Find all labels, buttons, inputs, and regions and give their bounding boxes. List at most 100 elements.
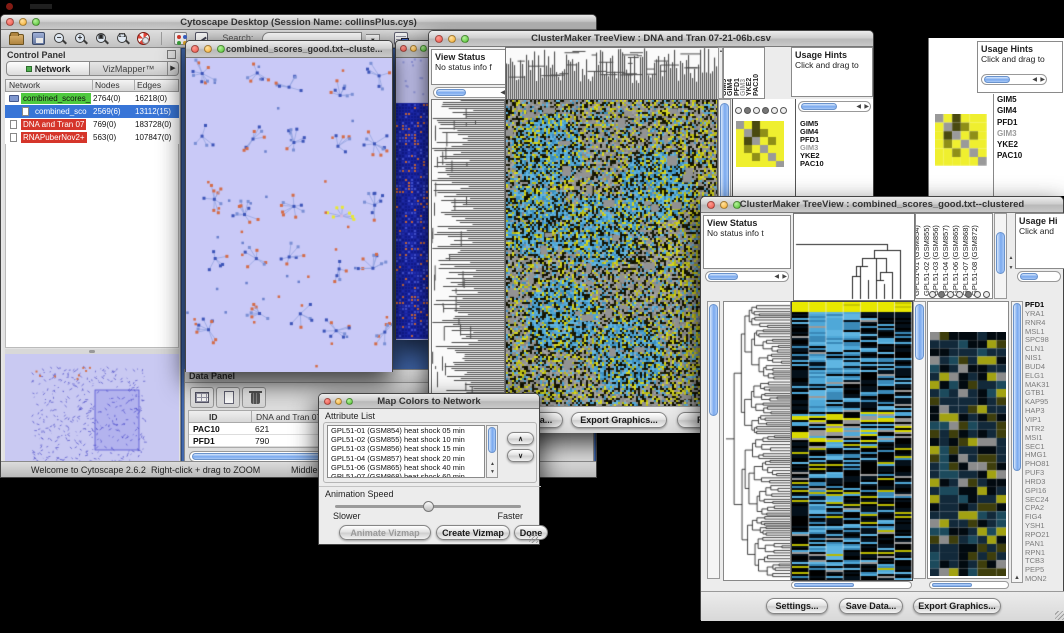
row-dendrogram-canvas[interactable] — [431, 99, 505, 408]
zoom-fit-icon[interactable]: 1:1 — [116, 32, 129, 45]
save-data-button[interactable]: Save Data... — [839, 598, 903, 614]
view-status-scrollbar[interactable]: ◀▶ — [705, 271, 789, 282]
blank-document-icon — [224, 391, 234, 404]
close-button[interactable] — [191, 45, 199, 53]
zoom-heatmap-canvas[interactable] — [930, 332, 1006, 576]
move-down-button[interactable]: ∨ — [507, 449, 534, 462]
main-window-title: Cytoscape Desktop (Session Name: collins… — [1, 17, 596, 28]
network-table-header[interactable]: Network Nodes Edges — [5, 79, 179, 92]
delete-attribute-button[interactable] — [242, 387, 266, 408]
attribute-item[interactable]: GPL51-01 (GSM854) heat shock 05 min — [328, 426, 484, 435]
create-vizmap-button[interactable]: Create Vizmap — [436, 525, 510, 540]
zoom-out-icon[interactable]: − — [53, 32, 66, 45]
gene-label: GIM4 — [997, 105, 1061, 116]
gene-name-list[interactable]: GIM5GIM4PFD1GIM3YKE2PAC10 — [800, 120, 870, 168]
gene-panel-hscrollbar[interactable]: ◀▶ — [798, 101, 871, 112]
close-button[interactable] — [400, 45, 407, 52]
attribute-item[interactable]: GPL51-06 (GSM865) heat shock 40 min — [328, 463, 484, 472]
zoom-matrix-canvas[interactable] — [736, 121, 784, 167]
gene-label: YKE2 — [997, 139, 1061, 150]
treeview2-window: ClusterMaker TreeView : combined_scores_… — [700, 196, 1064, 620]
animate-vizmap-button[interactable]: Animate Vizmap — [339, 525, 431, 540]
export-graphics-button[interactable]: Export Graphics... — [571, 412, 667, 428]
edge-count: 13112(15) — [135, 106, 171, 117]
gene-list-vscrollbar[interactable]: ▲ — [1011, 301, 1023, 583]
row-value: 790 — [255, 435, 269, 447]
control-panel-tabs: Network VizMapper™ ▶ — [6, 61, 178, 77]
heatmap-hscrollbar[interactable] — [791, 581, 912, 589]
main-heatmap-canvas[interactable] — [791, 301, 913, 581]
resize-grip[interactable] — [529, 534, 538, 543]
label-scroll-arrows[interactable]: ▲▼ — [1007, 253, 1015, 275]
network-list-empty-area — [5, 144, 179, 348]
treeview2-title: ClusterMaker TreeView : combined_scores_… — [701, 199, 1063, 210]
main-heatmap-canvas[interactable] — [505, 99, 718, 408]
open-folder-icon[interactable] — [9, 34, 24, 45]
zoom-button[interactable] — [217, 45, 225, 53]
main-titlebar[interactable]: Cytoscape Desktop (Session Name: collins… — [1, 15, 596, 30]
column-dendrogram-canvas[interactable] — [793, 213, 915, 301]
move-up-button[interactable]: ∧ — [507, 432, 534, 445]
minimize-button[interactable] — [204, 45, 212, 53]
panel-tool-icons[interactable] — [733, 99, 795, 119]
treeview1-titlebar[interactable]: ClusterMaker TreeView : DNA and Tran 07-… — [429, 31, 873, 47]
row-dendrogram-canvas[interactable] — [723, 301, 791, 581]
status-welcome: Welcome to Cytoscape 2.6.2 — [31, 465, 146, 475]
attribute-item[interactable]: GPL51-07 (GSM868) heat shock 60 min — [328, 472, 484, 478]
trash-icon — [251, 393, 260, 404]
network2-titlebar[interactable] — [396, 41, 431, 58]
usage-hints-scrollbar[interactable] — [1017, 271, 1061, 282]
network-list-row[interactable]: DNA and Tran 07769(0)183728(0) — [5, 118, 179, 131]
attribute-item[interactable]: GPL51-03 (GSM856) heat shock 15 min — [328, 444, 484, 453]
minimize-button[interactable] — [410, 45, 417, 52]
float-panel-icon[interactable] — [167, 50, 176, 59]
attribute-item[interactable]: GPL51-02 (GSM855) heat shock 10 min — [328, 435, 484, 444]
resize-grip[interactable] — [1055, 611, 1064, 620]
save-icon[interactable] — [32, 32, 45, 45]
network-canvas[interactable] — [186, 58, 392, 372]
network-list-row[interactable]: combined_sco2569(6)13112(15) — [5, 105, 179, 118]
column-labels-rotated[interactable]: GIM5GIM4PFD1GIM3YKE2PAC10 — [723, 47, 765, 99]
network-overview-canvas[interactable] — [5, 354, 179, 476]
attribute-list-vscrollbar[interactable]: ▲ ▼ — [486, 425, 498, 478]
view-status-scrollbar[interactable]: ◀▶ — [433, 87, 515, 98]
slower-label: Slower — [333, 511, 361, 521]
attribute-list[interactable]: GPL51-01 (GSM854) heat shock 05 minGPL51… — [327, 425, 485, 478]
treeview1-title: ClusterMaker TreeView : DNA and Tran 07-… — [429, 33, 873, 44]
network-window-title: combined_scores_good.txt--cluste... — [226, 44, 390, 54]
network2-canvas[interactable] — [396, 58, 431, 340]
tab-network[interactable]: Network — [6, 61, 90, 76]
control-panel: Control Panel Network VizMapper™ ▶ Netwo… — [3, 48, 181, 476]
folder-icon — [9, 95, 19, 102]
zoom-selected-icon[interactable]: ▣ — [95, 32, 108, 45]
animation-speed-slider[interactable] — [335, 505, 521, 508]
network-titlebar[interactable]: combined_scores_good.txt--cluste... — [186, 41, 392, 58]
gene-name-list: GIM5GIM4PFD1GIM3YKE2PAC10 — [997, 94, 1061, 162]
gene-label: PAC10 — [997, 150, 1061, 161]
new-attribute-button[interactable] — [216, 387, 240, 408]
help-lifering-icon[interactable] — [137, 32, 150, 45]
heatmap-vscrollbar[interactable] — [913, 301, 926, 579]
zoom-hscrollbar[interactable] — [929, 581, 1009, 589]
column-label: GPL51-01 (GSM854) — [915, 225, 921, 296]
select-attributes-button[interactable] — [190, 387, 214, 408]
usage-hints-scrollbar[interactable]: ◀▶ — [981, 74, 1047, 85]
dendrogram-vscrollbar[interactable] — [707, 301, 720, 579]
export-graphics-button[interactable]: Export Graphics... — [913, 598, 1001, 614]
tab-vizmapper[interactable]: VizMapper™ — [90, 61, 168, 76]
zoom-in-icon[interactable]: + — [74, 32, 87, 45]
edge-count: 16218(0) — [135, 93, 167, 104]
dialog-title: Map Colors to Network — [319, 396, 539, 407]
slider-thumb[interactable] — [423, 501, 434, 512]
network-list-row[interactable]: RNAPuberNov2+563(0)107847(0) — [5, 131, 179, 144]
treeview2-titlebar[interactable]: ClusterMaker TreeView : combined_scores_… — [701, 197, 1063, 213]
gene-name-list[interactable]: PFD1YRA1RNR4MSL1SPC98CLN1NIS1BUD4ELG1MAK… — [1025, 301, 1064, 584]
column-dendrogram-canvas[interactable] — [505, 47, 719, 101]
zoom-matrix-canvas[interactable] — [935, 114, 987, 166]
zoom-button[interactable] — [420, 45, 427, 52]
dialog-titlebar[interactable]: Map Colors to Network — [319, 394, 539, 409]
tab-overflow-arrow[interactable]: ▶ — [168, 61, 179, 76]
settings-button[interactable]: Settings... — [766, 598, 828, 614]
attribute-item[interactable]: GPL51-04 (GSM857) heat shock 20 min — [328, 454, 484, 463]
network-list-row[interactable]: combined_scores_2764(0)16218(0) — [5, 92, 179, 105]
